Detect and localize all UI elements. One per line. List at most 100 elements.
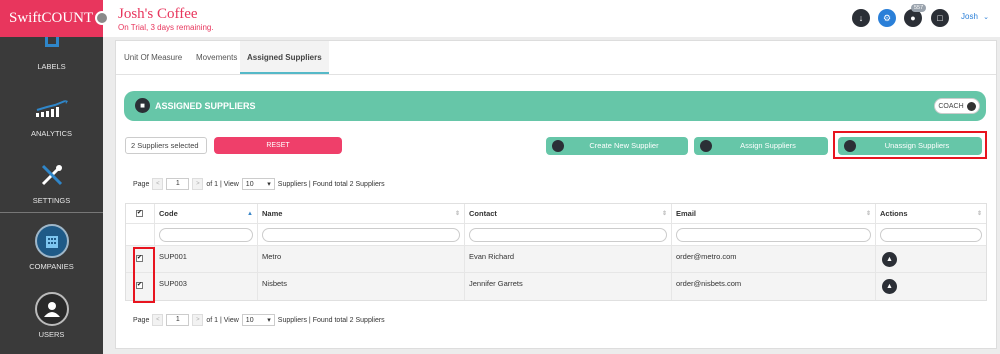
filter-cell-empty bbox=[126, 224, 154, 245]
column-header-contact[interactable]: Contact ⇕ bbox=[464, 204, 671, 223]
coach-button[interactable]: COACH bbox=[934, 98, 980, 114]
cell-name: Metro bbox=[257, 246, 464, 272]
found-text: Suppliers | Found total 2 Suppliers bbox=[277, 180, 385, 188]
cell-contact: Evan Richard bbox=[464, 246, 671, 272]
cell-name: Nisbets bbox=[257, 273, 464, 300]
sidebar-item-label: LABELS bbox=[37, 62, 66, 71]
sort-asc-icon: ▲ bbox=[247, 211, 253, 217]
column-label: Email bbox=[676, 209, 697, 218]
sidebar-item-companies[interactable]: COMPANIES bbox=[0, 224, 103, 271]
sidebar-item-labels[interactable]: LABELS bbox=[0, 37, 103, 71]
page-of-text: of 1 | View bbox=[206, 180, 239, 188]
sort-icon: ⇕ bbox=[454, 211, 460, 217]
email-filter-input[interactable] bbox=[676, 228, 871, 242]
user-name: Josh bbox=[961, 12, 978, 21]
cell-email: order@nisbets.com bbox=[671, 273, 875, 300]
labels-icon bbox=[44, 37, 59, 47]
suppliers-table: ✔ Code ▲ Name ⇕ Contact ⇕ Email ⇕ Actions ⇕ bbox=[125, 203, 987, 301]
page-input[interactable]: 1 bbox=[166, 178, 190, 190]
contact-filter-input[interactable] bbox=[469, 228, 667, 242]
cell-code: SUP001 bbox=[154, 246, 257, 272]
delete-icon[interactable]: ▲ bbox=[882, 279, 897, 294]
select-all-cell: ✔ bbox=[126, 204, 154, 223]
reset-button[interactable]: RESET bbox=[214, 137, 342, 154]
companies-icon bbox=[34, 224, 69, 258]
org-name[interactable]: Josh's Coffee bbox=[118, 6, 198, 23]
analytics-icon bbox=[35, 100, 68, 117]
supplier-icon: ■ bbox=[135, 98, 150, 113]
sort-icon: ⇕ bbox=[976, 211, 982, 217]
next-page-button[interactable]: > bbox=[192, 314, 204, 326]
sort-icon: ⇕ bbox=[661, 211, 667, 217]
assign-suppliers-button[interactable]: Assign Suppliers bbox=[694, 137, 828, 155]
selection-count: 2 Suppliers selected bbox=[125, 137, 207, 154]
caret-down-icon: ▾ bbox=[267, 317, 271, 324]
column-header-email[interactable]: Email ⇕ bbox=[671, 204, 875, 223]
cell-contact: Jennifer Garrets bbox=[464, 273, 671, 300]
page-label: Page bbox=[133, 316, 150, 324]
assign-icon bbox=[700, 140, 712, 152]
per-page-select[interactable]: 10 ▾ bbox=[241, 178, 275, 190]
sort-icon: ⇕ bbox=[865, 211, 871, 217]
user-menu[interactable]: Josh ⌄ bbox=[961, 12, 989, 21]
column-header-actions[interactable]: Actions ⇕ bbox=[875, 204, 986, 223]
column-header-code[interactable]: Code ▲ bbox=[154, 204, 257, 223]
section-title: ASSIGNED SUPPLIERS bbox=[155, 101, 256, 111]
cell-email: order@metro.com bbox=[671, 246, 875, 272]
table-row[interactable]: ✔ SUP001 Metro Evan Richard order@metro.… bbox=[126, 246, 986, 273]
clipboard-icon[interactable]: □ bbox=[931, 9, 949, 27]
actions-filter-input[interactable] bbox=[880, 228, 982, 242]
tab-bar: Unit Of Measure Movements Assigned Suppl… bbox=[116, 41, 996, 75]
column-label: Contact bbox=[469, 209, 497, 218]
tab-assigned-suppliers[interactable]: Assigned Suppliers bbox=[240, 41, 329, 74]
highlight-box bbox=[133, 247, 155, 303]
prev-page-button[interactable]: < bbox=[152, 178, 164, 190]
top-bar: Josh's Coffee On Trial, 3 days remaining… bbox=[95, 0, 1000, 37]
sidebar-divider bbox=[0, 212, 103, 213]
users-icon bbox=[34, 292, 69, 326]
tab-movements[interactable]: Movements bbox=[189, 41, 244, 74]
settings-icon[interactable]: ⚙ bbox=[878, 9, 896, 27]
sidebar-item-label: USERS bbox=[38, 330, 65, 339]
pager-top: Page < 1 > of 1 | View 10 ▾ Suppliers | … bbox=[133, 177, 385, 191]
coach-label: COACH bbox=[938, 102, 964, 110]
download-icon[interactable]: ↓ bbox=[852, 9, 870, 27]
per-page-select[interactable]: 10 ▾ bbox=[241, 314, 275, 326]
filter-cell-code bbox=[154, 224, 257, 245]
brand-logo[interactable]: SwiftCOUNT bbox=[0, 0, 103, 37]
section-header: ■ ASSIGNED SUPPLIERS COACH bbox=[124, 91, 986, 121]
cell-code: SUP003 bbox=[154, 273, 257, 300]
sidebar-item-users[interactable]: USERS bbox=[0, 292, 103, 339]
cell-actions: ▲ bbox=[875, 273, 986, 300]
table-header-row: ✔ Code ▲ Name ⇕ Contact ⇕ Email ⇕ Actions ⇕ bbox=[126, 204, 986, 224]
org-switch-icon[interactable] bbox=[95, 11, 109, 25]
sidebar-item-label: ANALYTICS bbox=[30, 129, 73, 138]
column-label: Name bbox=[262, 209, 283, 218]
sidebar-item-settings[interactable]: SETTINGS bbox=[0, 163, 103, 205]
cell-actions: ▲ bbox=[875, 246, 986, 272]
next-page-button[interactable]: > bbox=[192, 178, 204, 190]
chevron-down-icon: ⌄ bbox=[983, 14, 990, 21]
name-filter-input[interactable] bbox=[262, 228, 460, 242]
highlight-box bbox=[833, 131, 987, 159]
select-all-checkbox[interactable]: ✔ bbox=[136, 210, 143, 217]
table-row[interactable]: ✔ SUP003 Nisbets Jennifer Garrets order@… bbox=[126, 273, 986, 300]
sidebar-item-label: SETTINGS bbox=[32, 196, 71, 205]
create-supplier-button[interactable]: Create New Supplier bbox=[546, 137, 688, 155]
page-label: Page bbox=[133, 180, 150, 188]
code-filter-input[interactable] bbox=[159, 228, 253, 242]
delete-icon[interactable]: ▲ bbox=[882, 252, 897, 267]
filter-cell-email bbox=[671, 224, 875, 245]
add-supplier-icon bbox=[552, 140, 564, 152]
found-text: Suppliers | Found total 2 Suppliers bbox=[277, 316, 385, 324]
filter-cell-actions bbox=[875, 224, 986, 245]
settings-icon bbox=[41, 164, 62, 186]
sidebar-item-analytics[interactable]: ANALYTICS bbox=[0, 100, 103, 138]
prev-page-button[interactable]: < bbox=[152, 314, 164, 326]
page-input[interactable]: 1 bbox=[166, 314, 190, 326]
filter-cell-name bbox=[257, 224, 464, 245]
filter-cell-contact bbox=[464, 224, 671, 245]
per-page-value: 10 bbox=[245, 180, 254, 188]
tab-unit-of-measure[interactable]: Unit Of Measure bbox=[117, 41, 189, 74]
column-header-name[interactable]: Name ⇕ bbox=[257, 204, 464, 223]
